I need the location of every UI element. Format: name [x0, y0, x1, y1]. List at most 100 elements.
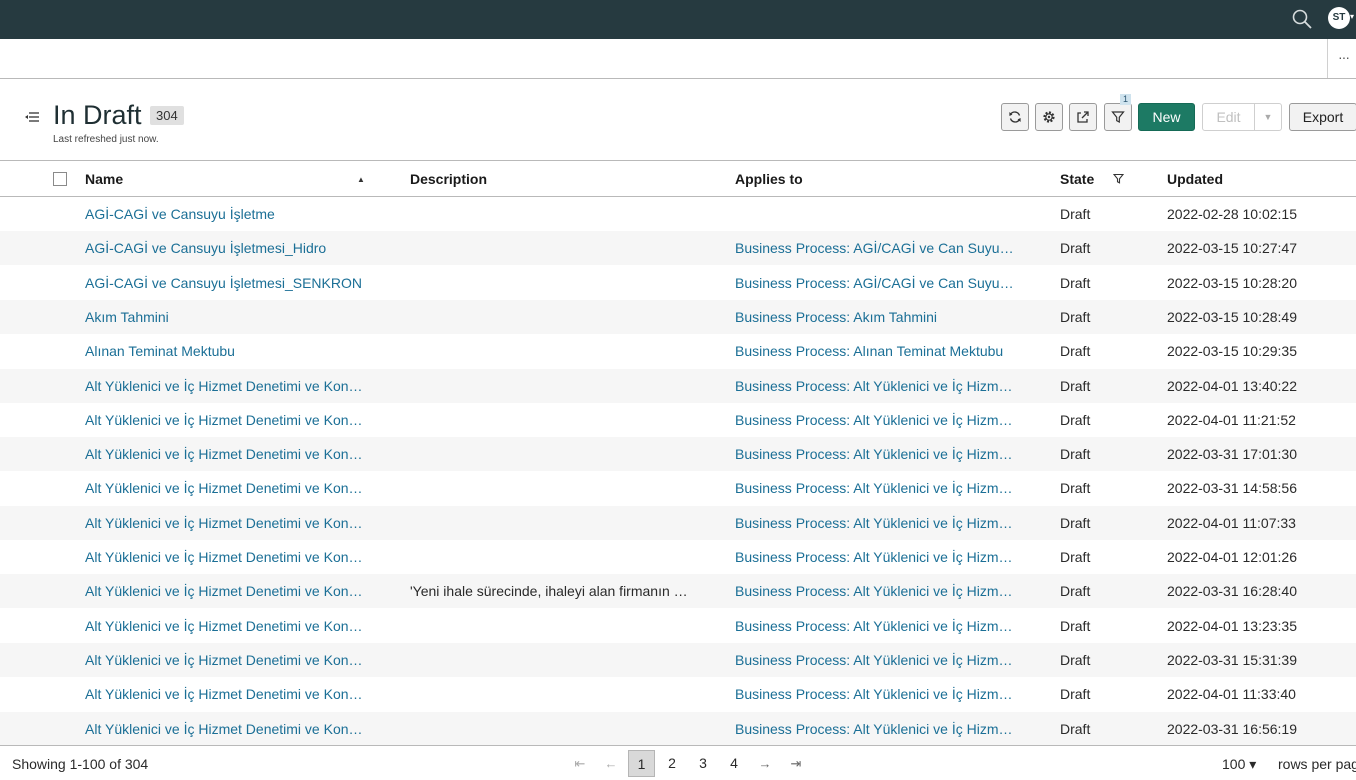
row-description: 'Yeni ihale sürecinde, ihaleyi alan firm… — [410, 583, 690, 600]
previous-page-icon[interactable]: ← — [601, 750, 621, 777]
more-options-icon[interactable]: ··· — [1338, 49, 1350, 65]
row-name-link[interactable]: Alt Yüklenici ve İç Hizmet Denetimi ve K… — [85, 721, 365, 737]
column-header-applies-to[interactable]: Applies to — [735, 171, 803, 187]
row-applies-to-link[interactable]: Business Process: AGİ/CAGİ ve Can Suyu İ… — [735, 275, 1017, 291]
row-applies-to-link[interactable]: Business Process: Alt Yüklenici ve İç Hi… — [735, 412, 1017, 428]
table-row[interactable]: AGİ-CAGİ ve Cansuyu İşletmesi_SENKRON Bus… — [0, 266, 1356, 300]
row-applies-to-link[interactable]: Business Process: Alt Yüklenici ve İç Hi… — [735, 583, 1017, 599]
page-1-button[interactable]: 1 — [628, 750, 655, 777]
row-name-link[interactable]: Alınan Teminat Mektubu — [85, 343, 365, 359]
row-applies-to-link[interactable]: Business Process: Alınan Teminat Mektubu — [735, 343, 1017, 359]
list-header: In Draft 304 Last refreshed just now. 1 … — [0, 80, 1356, 161]
row-updated: 2022-03-15 10:28:49 — [1167, 308, 1297, 325]
last-page-icon[interactable]: ⇥ — [786, 750, 806, 777]
row-state: Draft — [1060, 274, 1091, 291]
column-header-state[interactable]: State — [1060, 171, 1094, 187]
row-applies-to-link[interactable]: Business Process: Alt Yüklenici ve İç Hi… — [735, 549, 1017, 565]
table-row[interactable]: AGİ-CAGİ ve Cansuyu İşletme Draft 2022-02-… — [0, 197, 1356, 231]
row-name-link[interactable]: Alt Yüklenici ve İç Hizmet Denetimi ve K… — [85, 446, 365, 462]
row-state: Draft — [1060, 343, 1091, 360]
column-header-name[interactable]: Name — [85, 171, 123, 187]
table-row[interactable]: Alt Yüklenici ve İç Hizmet Denetimi ve K… — [0, 642, 1356, 677]
tab-strip: ··· — [0, 39, 1356, 79]
row-name-link[interactable]: Alt Yüklenici ve İç Hizmet Denetimi ve K… — [85, 378, 365, 394]
row-name-link[interactable]: Alt Yüklenici ve İç Hizmet Denetimi ve K… — [85, 412, 365, 428]
row-name-link[interactable]: Alt Yüklenici ve İç Hizmet Denetimi ve K… — [85, 652, 365, 668]
filter-icon — [1111, 111, 1125, 124]
export-button[interactable]: Export — [1289, 103, 1356, 131]
table-row[interactable]: Alt Yüklenici ve İç Hizmet Denetimi ve K… — [0, 609, 1356, 643]
row-name-link[interactable]: Alt Yüklenici ve İç Hizmet Denetimi ve K… — [85, 583, 365, 599]
row-name-link[interactable]: AGİ-CAGİ ve Cansuyu İşletme — [85, 206, 365, 222]
row-updated: 2022-04-01 11:33:40 — [1167, 686, 1296, 703]
table-row[interactable]: Alt Yüklenici ve İç Hizmet Denetimi ve K… — [0, 505, 1356, 540]
page-2-button[interactable]: 2 — [662, 750, 682, 777]
context-menu-icon[interactable] — [25, 111, 39, 123]
rows-per-page-select[interactable]: 100 ▾ — [1222, 756, 1256, 773]
filter-button[interactable] — [1104, 103, 1132, 131]
row-name-link[interactable]: Alt Yüklenici ve İç Hizmet Denetimi ve K… — [85, 549, 365, 565]
row-updated: 2022-03-15 10:27:47 — [1167, 240, 1297, 257]
row-applies-to-link[interactable]: Business Process: Alt Yüklenici ve İç Hi… — [735, 446, 1017, 462]
table-row[interactable]: Alt Yüklenici ve İç Hizmet Denetimi ve K… — [0, 368, 1356, 403]
page-title: In Draft — [53, 100, 142, 130]
table-row[interactable]: Alt Yüklenici ve İç Hizmet Denetimi ve K… — [0, 540, 1356, 574]
row-applies-to-link[interactable]: Business Process: Alt Yüklenici ve İç Hi… — [735, 686, 1017, 702]
first-page-icon[interactable]: ⇤ — [570, 750, 590, 777]
new-button[interactable]: New — [1138, 103, 1195, 131]
column-header-description[interactable]: Description — [410, 171, 487, 187]
row-updated: 2022-03-31 16:28:40 — [1167, 583, 1297, 600]
table-row[interactable]: Alt Yüklenici ve İç Hizmet Denetimi ve K… — [0, 574, 1356, 609]
share-button[interactable] — [1069, 103, 1097, 131]
row-applies-to-link[interactable]: Business Process: Akım Tahmini — [735, 309, 1017, 325]
table-row[interactable]: Alt Yüklenici ve İç Hizmet Denetimi ve K… — [0, 403, 1356, 437]
sort-ascending-icon[interactable]: ▲ — [357, 175, 365, 184]
row-state: Draft — [1060, 651, 1091, 668]
row-name-link[interactable]: Alt Yüklenici ve İç Hizmet Denetimi ve K… — [85, 480, 365, 496]
row-applies-to-link[interactable]: Business Process: AGİ/CAGİ ve Can Suyu İ… — [735, 240, 1017, 256]
table-row[interactable]: Alt Yüklenici ve İç Hizmet Denetimi ve K… — [0, 471, 1356, 505]
refresh-button[interactable] — [1001, 103, 1029, 131]
table-row[interactable]: Akım Tahmini Business Process: Akım Tahmi… — [0, 299, 1356, 334]
row-applies-to-link[interactable]: Business Process: Alt Yüklenici ve İç Hi… — [735, 721, 1017, 737]
table-row[interactable]: AGİ-CAGİ ve Cansuyu İşletmesi_Hidro Busin… — [0, 231, 1356, 266]
row-name-link[interactable]: Alt Yüklenici ve İç Hizmet Denetimi ve K… — [85, 515, 365, 531]
chevron-down-icon[interactable]: ▾ — [1350, 12, 1354, 21]
page-3-button[interactable]: 3 — [693, 750, 713, 777]
row-state: Draft — [1060, 720, 1091, 737]
search-icon[interactable] — [1291, 8, 1313, 30]
column-filter-icon[interactable] — [1113, 173, 1124, 184]
row-applies-to-link[interactable]: Business Process: Alt Yüklenici ve İç Hi… — [735, 378, 1017, 394]
row-name-link[interactable]: AGİ-CAGİ ve Cansuyu İşletmesi_Hidro — [85, 240, 365, 256]
row-applies-to-link[interactable]: Business Process: Alt Yüklenici ve İç Hi… — [735, 652, 1017, 668]
row-state: Draft — [1060, 206, 1091, 222]
row-state: Draft — [1060, 411, 1091, 428]
active-filter-count-badge: 1 — [1120, 94, 1132, 105]
rows-per-page-label: rows per page — [1278, 756, 1356, 772]
row-applies-to-link[interactable]: Business Process: Alt Yüklenici ve İç Hi… — [735, 515, 1017, 531]
next-page-icon[interactable]: → — [755, 750, 775, 777]
edit-dropdown-button[interactable]: ▼ — [1254, 103, 1282, 131]
row-state: Draft — [1060, 240, 1091, 257]
select-all-checkbox[interactable] — [53, 172, 67, 186]
row-applies-to-link[interactable]: Business Process: Alt Yüklenici ve İç Hi… — [735, 618, 1017, 634]
page-4-button[interactable]: 4 — [724, 750, 744, 777]
edit-button[interactable]: Edit — [1202, 103, 1255, 131]
row-name-link[interactable]: Akım Tahmini — [85, 309, 365, 325]
table-row[interactable]: Alınan Teminat Mektubu Business Process: … — [0, 334, 1356, 368]
settings-button[interactable] — [1035, 103, 1063, 131]
table-row[interactable]: Alt Yüklenici ve İç Hizmet Denetimi ve K… — [0, 677, 1356, 711]
row-name-link[interactable]: Alt Yüklenici ve İç Hizmet Denetimi ve K… — [85, 686, 365, 702]
row-state: Draft — [1060, 446, 1091, 463]
table-row[interactable]: Alt Yüklenici ve İç Hizmet Denetimi ve K… — [0, 437, 1356, 472]
table-row[interactable]: Alt Yüklenici ve İç Hizmet Denetimi ve K… — [0, 711, 1356, 745]
row-name-link[interactable]: Alt Yüklenici ve İç Hizmet Denetimi ve K… — [85, 618, 365, 634]
user-avatar[interactable]: ST — [1328, 7, 1350, 29]
row-applies-to-link[interactable]: Business Process: Alt Yüklenici ve İç Hi… — [735, 480, 1017, 496]
row-state: Draft — [1060, 583, 1091, 600]
column-header-updated[interactable]: Updated — [1167, 171, 1223, 187]
row-state: Draft — [1060, 549, 1091, 565]
row-updated: 2022-04-01 11:07:33 — [1167, 514, 1296, 531]
gear-icon — [1043, 111, 1055, 123]
row-name-link[interactable]: AGİ-CAGİ ve Cansuyu İşletmesi_SENKRON — [85, 275, 365, 291]
